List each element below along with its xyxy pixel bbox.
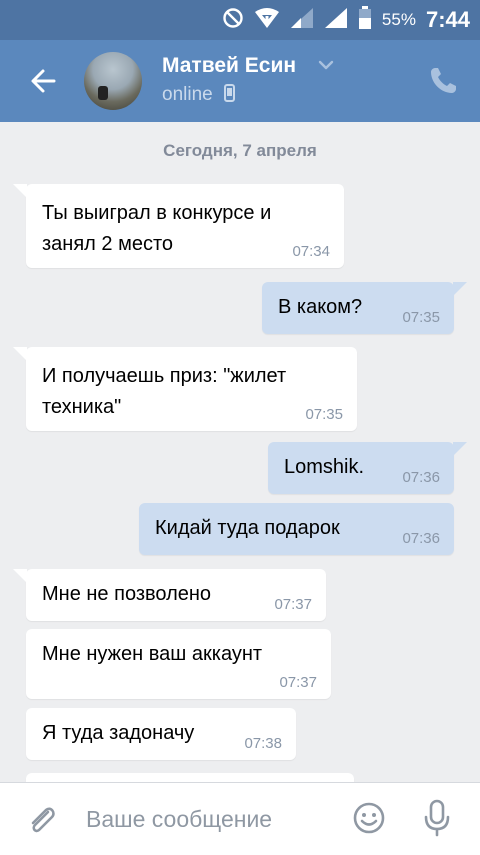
emoji-icon [353, 802, 385, 834]
message-text: Lomshik. [284, 452, 364, 483]
status-bar: 55% 7:44 [0, 0, 480, 40]
message-text: И получаешь приз: "жилет техника" [42, 361, 286, 423]
message-line: Мне не позволено [42, 583, 212, 605]
message-time: 07:36 [402, 530, 440, 547]
mobile-device-icon [224, 84, 235, 108]
incoming-message[interactable]: Мне нужен ваш аккаунт 07:37 [26, 629, 331, 699]
incoming-message[interactable]: Мне не позволено 07:37 [13, 569, 326, 621]
attach-button[interactable] [26, 803, 58, 837]
presence-status: online [162, 84, 235, 108]
message-line: В каком? [278, 296, 363, 318]
message-time: 07:35 [402, 309, 440, 326]
back-button[interactable] [28, 65, 60, 97]
wifi-icon [254, 7, 280, 34]
chevron-down-icon[interactable] [318, 58, 334, 70]
battery-icon [358, 5, 372, 35]
incoming-message[interactable]: И получаешь приз: "жилет техника" 07:35 [13, 347, 357, 431]
message-time: 07:35 [305, 406, 343, 423]
message-input[interactable] [86, 801, 326, 837]
voice-message-button[interactable] [423, 799, 451, 837]
emoji-button[interactable] [352, 801, 386, 835]
message-line: Lomshik. [284, 456, 365, 478]
date-separator: Сегодня, 7 апреля [163, 141, 317, 160]
message-line: занял 2 место [42, 233, 174, 255]
message-line: Кидай туда подарок [155, 517, 340, 539]
bubble-tail [13, 184, 27, 198]
outgoing-message[interactable]: В каком? 07:35 [262, 282, 467, 334]
message-line: техника" [42, 396, 122, 418]
message-text: Кидай туда подарок [155, 513, 340, 544]
avatar[interactable] [84, 52, 142, 110]
incoming-message[interactable]: Я туда задоначу 07:38 [26, 708, 296, 760]
bubble-tail [453, 282, 467, 296]
attach-icon [31, 807, 55, 833]
message-text: Я туда задоначу [42, 718, 194, 749]
message-list[interactable]: Сегодня, 7 апреля Ты выиграл в конкурсе … [0, 122, 480, 782]
bubble-tail [13, 569, 27, 583]
message-time: 07:34 [292, 243, 330, 260]
message-time: 07:36 [402, 469, 440, 486]
message-line: Мне нужен ваш аккаунт [42, 643, 263, 665]
contact-name[interactable]: Матвей Есин [162, 54, 296, 78]
bubble-tail [13, 347, 27, 361]
message-text: Мне нужен ваш аккаунт [42, 639, 262, 670]
status-time: 7:44 [425, 7, 470, 32]
message-line: И получаешь приз: "жилет [42, 365, 287, 387]
status-icons: 55% 7:44 [222, 5, 470, 35]
microphone-icon [424, 799, 450, 837]
message-text: Мне не позволено [42, 579, 211, 610]
message-line: Ты выиграл в конкурсе и [42, 202, 272, 224]
message-text: В каком? [278, 292, 362, 323]
chat-header: Матвей Есин online [0, 40, 480, 122]
message-line: Я туда задоначу [42, 722, 195, 744]
battery-percent: 55% [381, 10, 416, 29]
incoming-message[interactable]: Ты выиграл в конкурсе и занял 2 место 07… [13, 184, 344, 268]
signal-icon [324, 7, 348, 34]
back-arrow-icon [31, 69, 56, 93]
message-composer [0, 782, 480, 855]
message-time: 07:38 [244, 735, 282, 752]
signal-icon [290, 7, 314, 34]
outgoing-message[interactable]: Lomshik. 07:36 [268, 442, 467, 494]
call-button[interactable] [426, 64, 460, 98]
incoming-message[interactable] [26, 773, 354, 782]
message-text: Ты выиграл в конкурсе и занял 2 место [42, 198, 271, 260]
message-time: 07:37 [274, 596, 312, 613]
do-not-disturb-icon [222, 7, 244, 34]
outgoing-message[interactable]: Кидай туда подарок 07:36 [139, 503, 454, 555]
bubble-tail [453, 442, 467, 456]
message-time: 07:37 [279, 674, 317, 691]
phone-icon [431, 68, 456, 93]
presence-text: online [162, 84, 213, 105]
